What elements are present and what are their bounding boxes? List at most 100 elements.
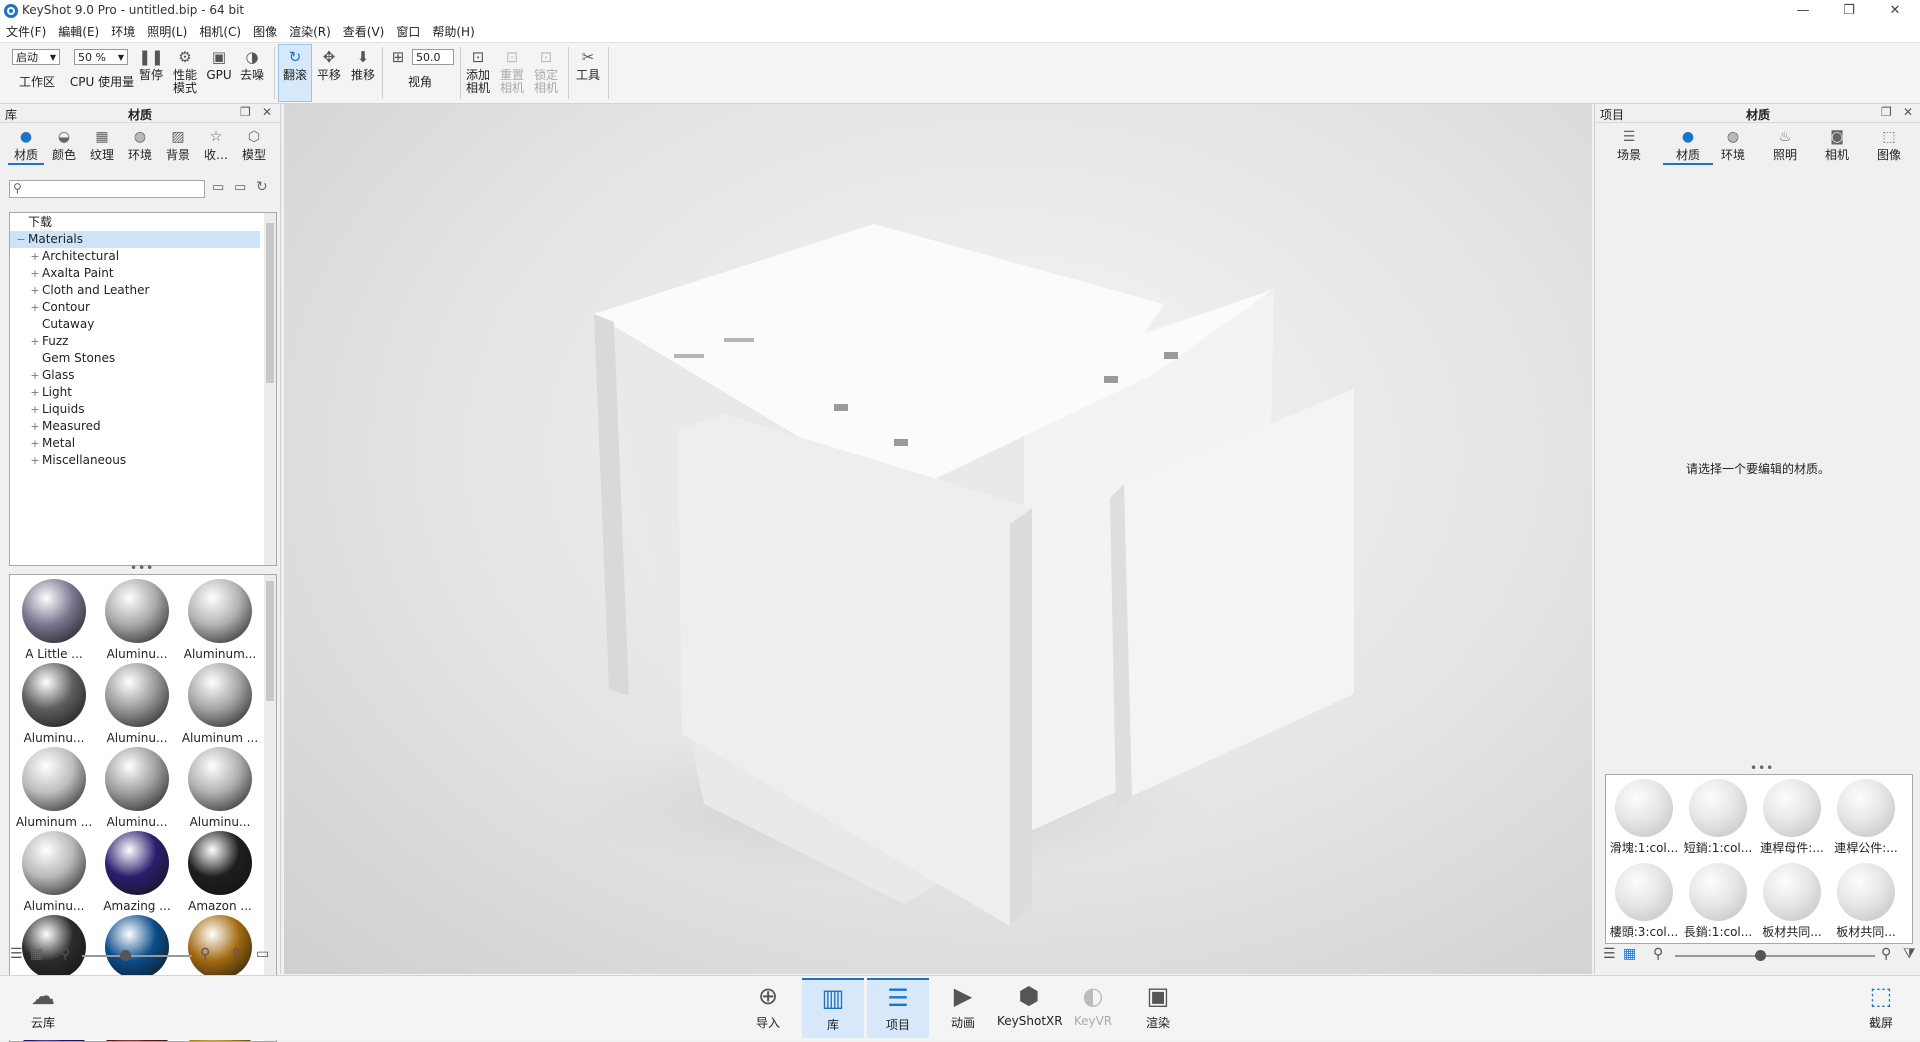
- refresh-icon[interactable]: ↻: [256, 179, 268, 195]
- project-material-thumbnail[interactable]: 樓頭:3:col...: [1608, 861, 1680, 940]
- gpu-button[interactable]: ▣ GPU: [204, 45, 234, 82]
- render-button[interactable]: ▣ 渲染: [1127, 978, 1189, 1036]
- project-material-thumbnail[interactable]: 連桿母件:...: [1756, 777, 1828, 856]
- material-thumbnail[interactable]: Aluminum ...: [14, 745, 94, 829]
- material-thumbnail[interactable]: Aluminu...: [97, 661, 177, 745]
- tree-item[interactable]: + Light: [10, 384, 260, 401]
- denoise-button[interactable]: ◑ 去噪: [236, 45, 268, 82]
- tree-item[interactable]: − Materials: [10, 231, 260, 248]
- library-button[interactable]: ▥ 库: [802, 978, 864, 1038]
- menu-view[interactable]: 查看(V): [337, 22, 391, 42]
- tree-item[interactable]: Gem Stones: [10, 350, 260, 367]
- undock-icon[interactable]: ❐: [240, 105, 251, 119]
- undock-icon[interactable]: ❐: [1881, 105, 1892, 119]
- filter-icon[interactable]: ⧩: [1903, 946, 1916, 962]
- menu-help[interactable]: 帮助(H): [426, 22, 480, 42]
- grid-view-icon[interactable]: ▦: [30, 946, 43, 962]
- zoom-in-icon[interactable]: ⚲: [200, 946, 210, 962]
- pause-button[interactable]: ❚❚ 暂停: [136, 45, 166, 82]
- tab-lighting[interactable]: ♨ 照明: [1767, 128, 1803, 163]
- tree-item[interactable]: + Glass: [10, 367, 260, 384]
- list-view-icon[interactable]: ☰: [10, 946, 23, 962]
- tree-item[interactable]: + Measured: [10, 418, 260, 435]
- tab-image[interactable]: ⬚ 图像: [1871, 128, 1907, 163]
- tree-item[interactable]: + Metal: [10, 435, 260, 452]
- material-thumbnail[interactable]: Amazon ...: [180, 829, 260, 913]
- tree-item[interactable]: + Axalta Paint: [10, 265, 260, 282]
- tab-environment[interactable]: ◍ 环境: [1715, 128, 1751, 163]
- tab-project-materials[interactable]: ● 材质: [1663, 128, 1713, 165]
- thumbnail-scrollbar[interactable]: [264, 575, 276, 1041]
- project-material-thumbnail[interactable]: 板材共同...: [1830, 861, 1902, 940]
- workspace-select[interactable]: 启动 ▼: [12, 49, 60, 65]
- collapse-icon[interactable]: −: [14, 231, 28, 248]
- tools-button[interactable]: ✂ 工具: [572, 45, 604, 82]
- thumbnail-size-slider[interactable]: [1675, 955, 1875, 957]
- project-material-thumbnail[interactable]: 連桿公件:...: [1830, 777, 1902, 856]
- tree-item[interactable]: + Contour: [10, 299, 260, 316]
- menu-lighting[interactable]: 照明(L): [141, 22, 193, 42]
- list-view-icon[interactable]: ☰: [1603, 946, 1616, 962]
- menu-file[interactable]: 文件(F): [0, 22, 52, 42]
- project-material-thumbnail[interactable]: 滑塊:1:col...: [1608, 777, 1680, 856]
- zoom-out-icon[interactable]: ⚲: [60, 946, 70, 962]
- expand-icon[interactable]: +: [28, 384, 42, 401]
- expand-icon[interactable]: +: [28, 299, 42, 316]
- expand-icon[interactable]: +: [28, 401, 42, 418]
- expand-icon[interactable]: +: [28, 418, 42, 435]
- dolly-button[interactable]: ⬇ 推移: [348, 45, 378, 82]
- close-icon[interactable]: ✕: [1903, 105, 1913, 119]
- library-search-input[interactable]: ⚲: [9, 180, 205, 198]
- material-thumbnail[interactable]: Amazing ...: [97, 829, 177, 913]
- add-camera-button[interactable]: ⊡ 添加 相机: [462, 45, 494, 95]
- menu-window[interactable]: 窗口: [390, 22, 426, 42]
- keyshotxr-button[interactable]: ⬢ KeyShotXR: [997, 978, 1063, 1036]
- material-thumbnail[interactable]: Aluminum ...: [180, 661, 260, 745]
- screenshot-button[interactable]: ⬚ 截屏: [1850, 978, 1912, 1036]
- cloud-upload-icon[interactable]: ⇧: [230, 946, 242, 962]
- material-thumbnail[interactable]: Aluminu...: [180, 745, 260, 829]
- splitter-handle[interactable]: •••: [130, 561, 154, 575]
- reset-camera-button[interactable]: ⊡ 重置 相机: [496, 45, 528, 95]
- lock-camera-button[interactable]: ⊡ 锁定 相机: [530, 45, 562, 95]
- performance-mode-button[interactable]: ⚙ 性能 模式: [168, 45, 202, 95]
- expand-icon[interactable]: +: [28, 452, 42, 469]
- cpu-usage-select[interactable]: 50 % ▼: [74, 49, 128, 65]
- thumbnail-size-slider[interactable]: [82, 955, 192, 957]
- zoom-out-icon[interactable]: ⚲: [1653, 946, 1663, 962]
- project-material-thumbnail[interactable]: 短銷:1:col...: [1682, 777, 1754, 856]
- expand-icon[interactable]: +: [28, 333, 42, 350]
- material-thumbnail[interactable]: Aluminu...: [97, 745, 177, 829]
- project-material-thumbnail[interactable]: 長銷:1:col...: [1682, 861, 1754, 940]
- expand-icon[interactable]: +: [28, 265, 42, 282]
- slider-knob[interactable]: [1755, 950, 1766, 961]
- tree-item[interactable]: + Architectural: [10, 248, 260, 265]
- tab-materials[interactable]: ● 材质: [8, 128, 44, 165]
- slider-knob[interactable]: [120, 950, 131, 961]
- tab-models[interactable]: ⬡ 模型: [236, 128, 272, 163]
- remove-folder-icon[interactable]: ▭: [234, 180, 246, 195]
- tree-item[interactable]: 下载: [10, 214, 260, 231]
- tab-camera[interactable]: ◙ 相机: [1819, 128, 1855, 163]
- expand-icon[interactable]: +: [28, 248, 42, 265]
- expand-icon[interactable]: +: [28, 282, 42, 299]
- splitter-handle[interactable]: •••: [1750, 761, 1774, 775]
- expand-icon[interactable]: +: [28, 435, 42, 452]
- material-thumbnail[interactable]: A Little ...: [14, 577, 94, 661]
- folder-icon[interactable]: ▭: [256, 946, 269, 962]
- animation-button[interactable]: ▶ 动画: [932, 978, 994, 1036]
- close-window-button[interactable]: ✕: [1872, 0, 1918, 22]
- tree-item[interactable]: + Liquids: [10, 401, 260, 418]
- tree-scrollbar[interactable]: [264, 213, 276, 565]
- import-button[interactable]: ⊕ 导入: [737, 978, 799, 1036]
- add-folder-icon[interactable]: ▭: [212, 180, 224, 195]
- grid-view-icon[interactable]: ▦: [1623, 946, 1636, 962]
- menu-render[interactable]: 渲染(R): [283, 22, 337, 42]
- tumble-button[interactable]: ↻ 翻滚: [278, 44, 312, 102]
- material-thumbnail[interactable]: Aluminu...: [14, 829, 94, 913]
- real-time-viewport[interactable]: [284, 104, 1592, 974]
- tab-backplates[interactable]: ▨ 背景: [160, 128, 196, 163]
- expand-icon[interactable]: +: [28, 367, 42, 384]
- project-material-thumbnail[interactable]: 板材共同...: [1756, 861, 1828, 940]
- pan-button[interactable]: ✥ 平移: [314, 45, 344, 82]
